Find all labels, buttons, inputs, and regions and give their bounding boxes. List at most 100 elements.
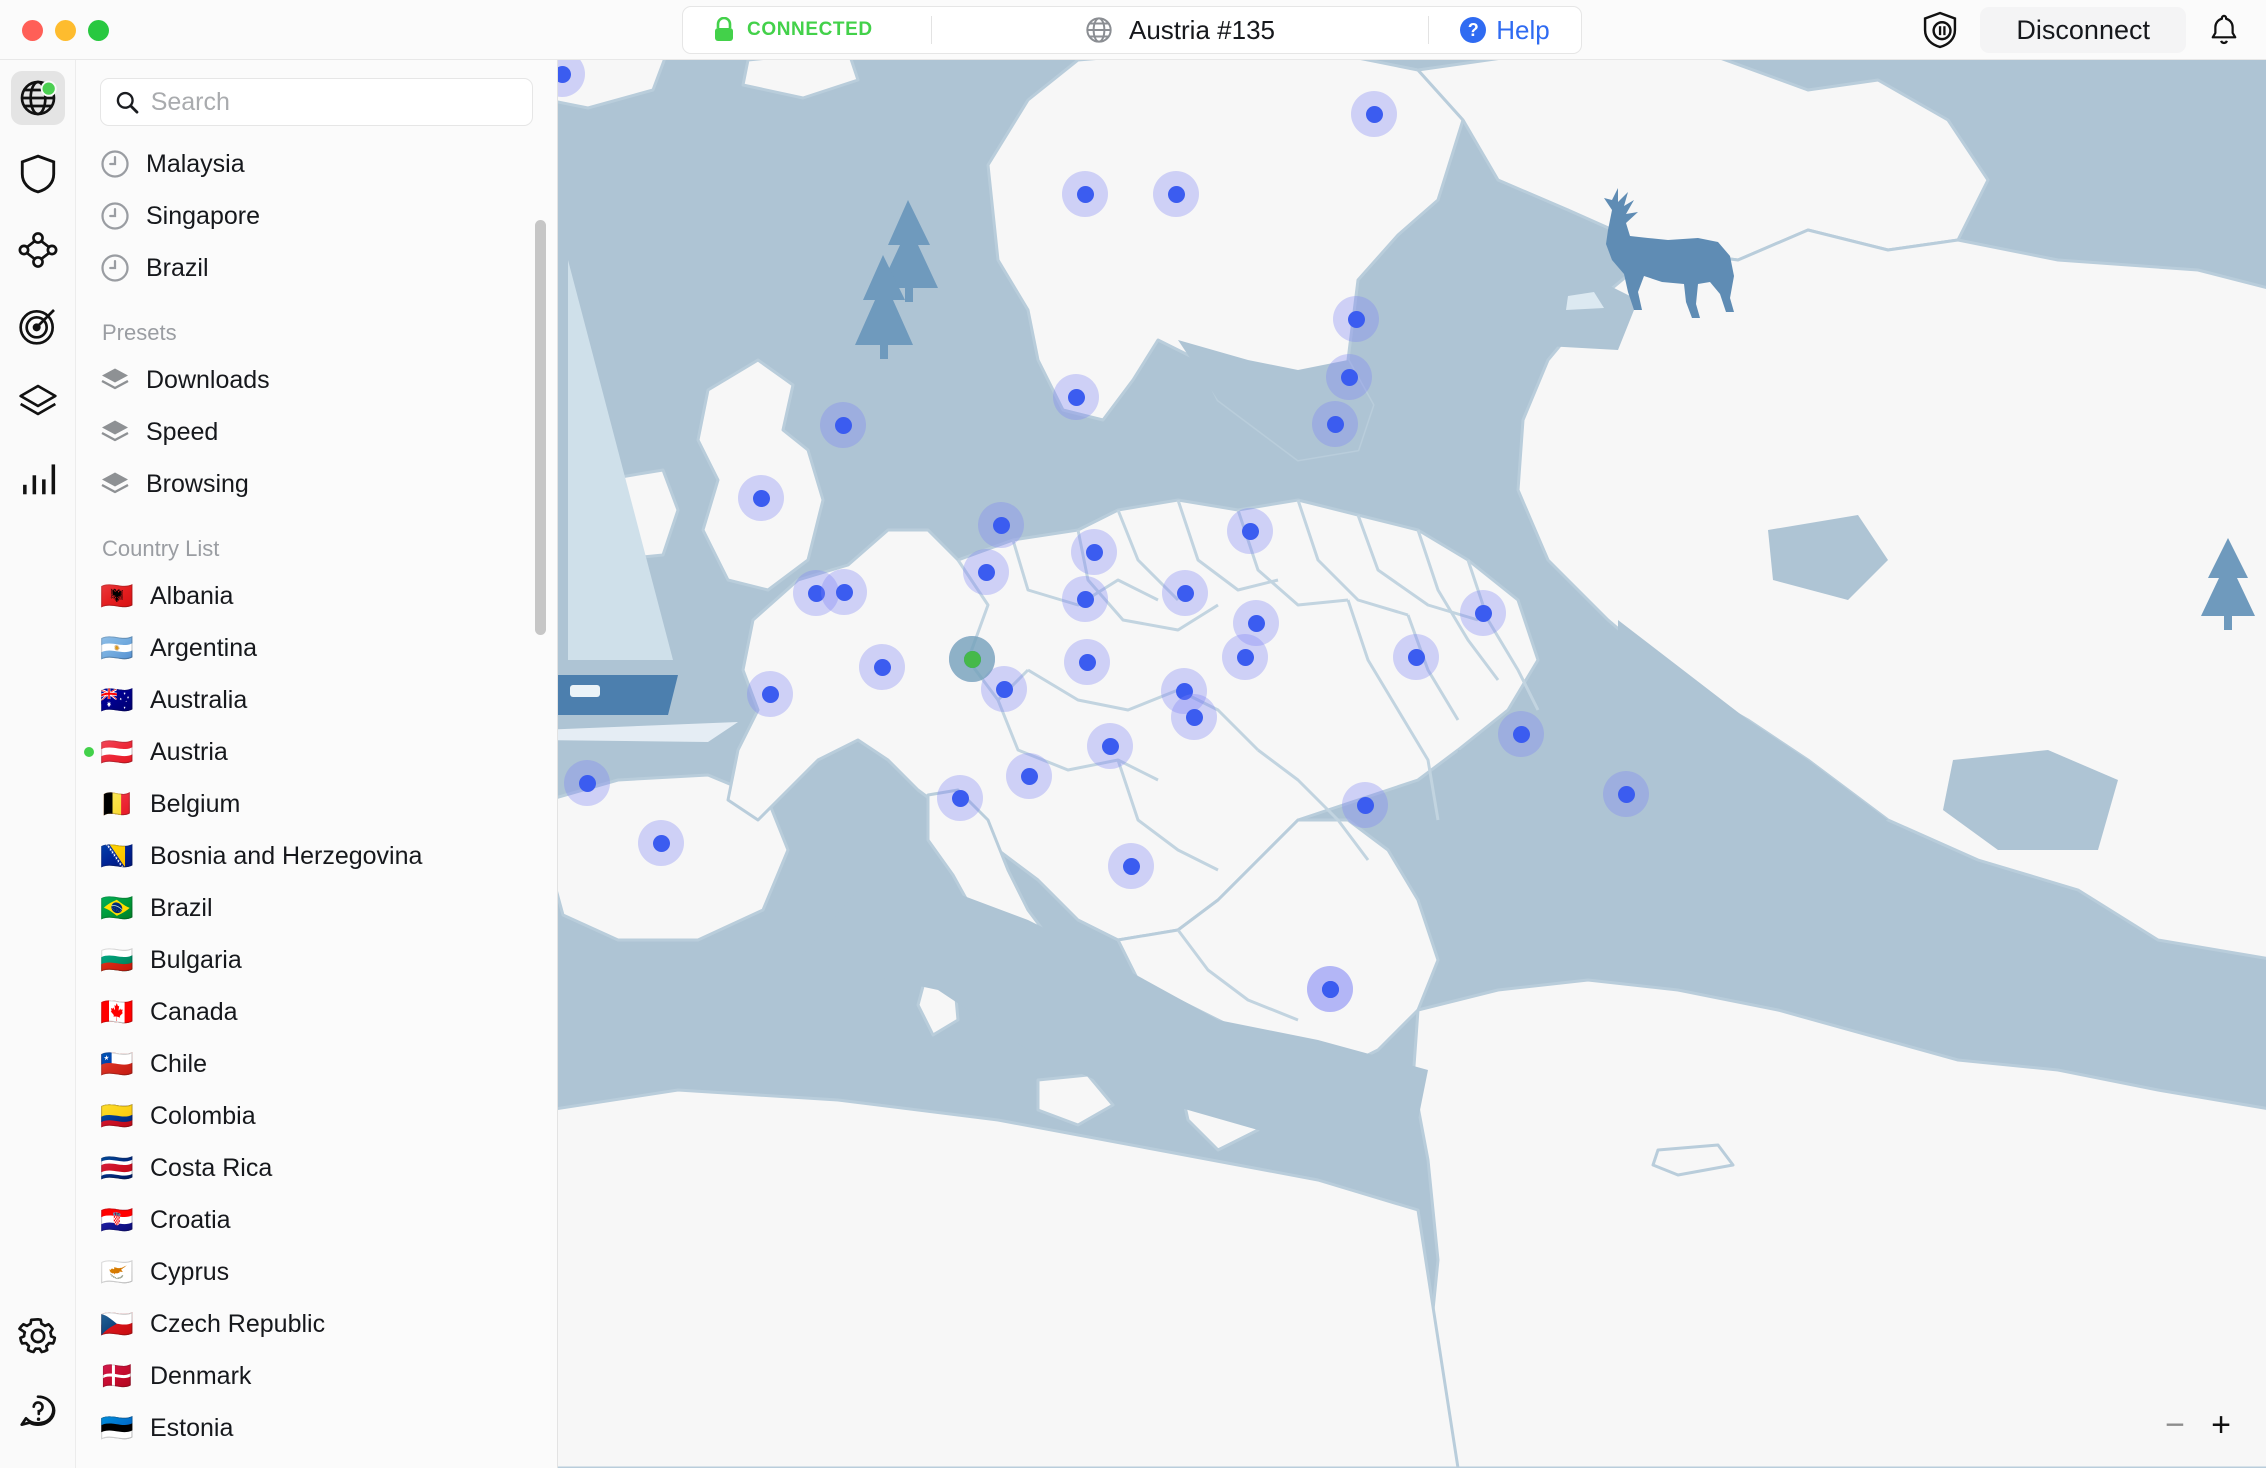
server-marker[interactable] — [1333, 296, 1379, 342]
server-marker[interactable] — [1006, 753, 1052, 799]
server-marker[interactable] — [1603, 771, 1649, 817]
world-map[interactable]: − + — [558, 60, 2266, 1468]
country-list-item[interactable]: 🇨🇴 Colombia — [76, 1090, 557, 1142]
server-marker[interactable] — [1326, 354, 1372, 400]
preset-item[interactable]: Speed — [76, 406, 557, 458]
server-marker[interactable] — [1171, 694, 1217, 740]
marker-core — [1365, 105, 1383, 123]
country-list-item[interactable]: 🇦🇺 Australia — [76, 674, 557, 726]
marker-halo — [1227, 508, 1273, 554]
server-marker[interactable] — [1342, 782, 1388, 828]
marker-halo — [937, 775, 983, 821]
server-marker[interactable] — [1460, 590, 1506, 636]
preset-item[interactable]: Browsing — [76, 458, 557, 510]
marker-halo — [1153, 171, 1199, 217]
server-marker[interactable] — [1307, 966, 1353, 1012]
help-link[interactable]: ? Help — [1429, 7, 1581, 53]
server-marker[interactable] — [821, 569, 867, 615]
country-list-item[interactable]: 🇩🇰 Denmark — [76, 1350, 557, 1402]
zoom-in-button[interactable]: + — [2198, 1402, 2244, 1448]
shield-pause-icon[interactable] — [1922, 11, 1958, 49]
server-marker[interactable] — [1064, 639, 1110, 685]
country-list-item[interactable]: 🇪🇪 Estonia — [76, 1402, 557, 1454]
list-item-label: Estonia — [150, 1413, 234, 1442]
server-marker[interactable] — [859, 644, 905, 690]
server-marker[interactable] — [1062, 171, 1108, 217]
server-marker[interactable] — [1312, 401, 1358, 447]
marker-halo — [564, 760, 610, 806]
server-marker[interactable] — [638, 820, 684, 866]
server-marker[interactable] — [1162, 570, 1208, 616]
vpn-app-window: − + CONNECTED Austria #135 ? Help Discon… — [0, 0, 2266, 1468]
server-marker[interactable] — [1222, 634, 1268, 680]
server-marker[interactable] — [1153, 171, 1199, 217]
marker-halo — [1062, 171, 1108, 217]
server-marker[interactable] — [1071, 529, 1117, 575]
server-marker[interactable] — [1108, 843, 1154, 889]
country-list-item[interactable]: 🇨🇾 Cyprus — [76, 1246, 557, 1298]
country-list-item[interactable]: 🇧🇦 Bosnia and Herzegovina — [76, 830, 557, 882]
server-marker[interactable] — [1062, 576, 1108, 622]
country-list-item[interactable]: 🇨🇿 Czech Republic — [76, 1298, 557, 1350]
sidebar-item-protection[interactable] — [0, 136, 76, 212]
country-list-item[interactable]: 🇨🇦 Canada — [76, 986, 557, 1038]
location-list[interactable]: Malaysia Singapore Brazil Presets Downloads S… — [76, 138, 557, 1454]
bell-icon[interactable] — [2208, 13, 2240, 47]
settings-button[interactable] — [0, 1298, 76, 1374]
minimize-button[interactable] — [55, 20, 76, 41]
window-controls[interactable] — [22, 20, 109, 41]
server-marker[interactable] — [1227, 508, 1273, 554]
server-marker[interactable] — [1053, 374, 1099, 420]
server-marker[interactable] — [1393, 634, 1439, 680]
zoom-out-button[interactable]: − — [2152, 1402, 2198, 1448]
marker-core — [1347, 310, 1365, 328]
server-marker[interactable] — [747, 671, 793, 717]
server-marker-connected[interactable] — [949, 636, 995, 682]
country-list-item[interactable]: 🇦🇹 Austria — [76, 726, 557, 778]
server-marker[interactable] — [978, 502, 1024, 548]
server-marker[interactable] — [1087, 723, 1133, 769]
marker-core — [873, 658, 891, 676]
maximize-button[interactable] — [88, 20, 109, 41]
country-list-item[interactable]: 🇨🇷 Costa Rica — [76, 1142, 557, 1194]
recent-item[interactable]: Brazil — [76, 242, 557, 294]
search-box[interactable] — [100, 78, 533, 126]
search-input[interactable] — [150, 87, 518, 117]
sidebar-item-locations[interactable] — [0, 60, 76, 136]
server-marker[interactable] — [564, 760, 610, 806]
presets-header: Presets — [102, 320, 177, 345]
marker-core — [835, 583, 853, 601]
sidebar-scrollbar-thumb[interactable] — [535, 220, 546, 635]
help-label[interactable]: Help — [1496, 15, 1549, 46]
country-list-item[interactable]: 🇭🇷 Croatia — [76, 1194, 557, 1246]
sidebar-item-statistics[interactable] — [0, 440, 76, 516]
server-marker[interactable] — [1351, 91, 1397, 137]
sidebar-item-threat-protection[interactable] — [0, 288, 76, 364]
help-button[interactable] — [0, 1374, 76, 1450]
recent-item[interactable]: Malaysia — [76, 138, 557, 190]
country-list-item[interactable]: 🇨🇱 Chile — [76, 1038, 557, 1090]
server-marker[interactable] — [738, 475, 784, 521]
recent-item[interactable]: Singapore — [76, 190, 557, 242]
country-list-item[interactable]: 🇧🇪 Belgium — [76, 778, 557, 830]
country-list-item[interactable]: 🇦🇷 Argentina — [76, 622, 557, 674]
country-list-item[interactable]: 🇧🇬 Bulgaria — [76, 934, 557, 986]
server-marker[interactable] — [820, 402, 866, 448]
server-marker[interactable] — [937, 775, 983, 821]
map-zoom-controls[interactable]: − + — [2152, 1402, 2244, 1448]
server-marker[interactable] — [963, 549, 1009, 595]
sidebar-item-mesh-network[interactable] — [0, 212, 76, 288]
country-flag-icon: 🇨🇾 — [100, 1256, 134, 1288]
disconnect-button[interactable]: Disconnect — [1980, 7, 2186, 53]
layers-icon — [101, 420, 129, 442]
rail-primary-nav — [0, 60, 76, 516]
close-button[interactable] — [22, 20, 43, 41]
server-marker[interactable] — [1498, 711, 1544, 757]
marker-core — [1167, 185, 1185, 203]
server-marker[interactable] — [558, 60, 585, 97]
country-list-item[interactable]: 🇧🇷 Brazil — [76, 882, 557, 934]
sidebar-item-presets[interactable] — [0, 364, 76, 440]
country-list-item[interactable]: 🇦🇱 Albania — [76, 570, 557, 622]
preset-item[interactable]: Downloads — [76, 354, 557, 406]
country-flag-icon: 🇨🇿 — [100, 1308, 134, 1340]
